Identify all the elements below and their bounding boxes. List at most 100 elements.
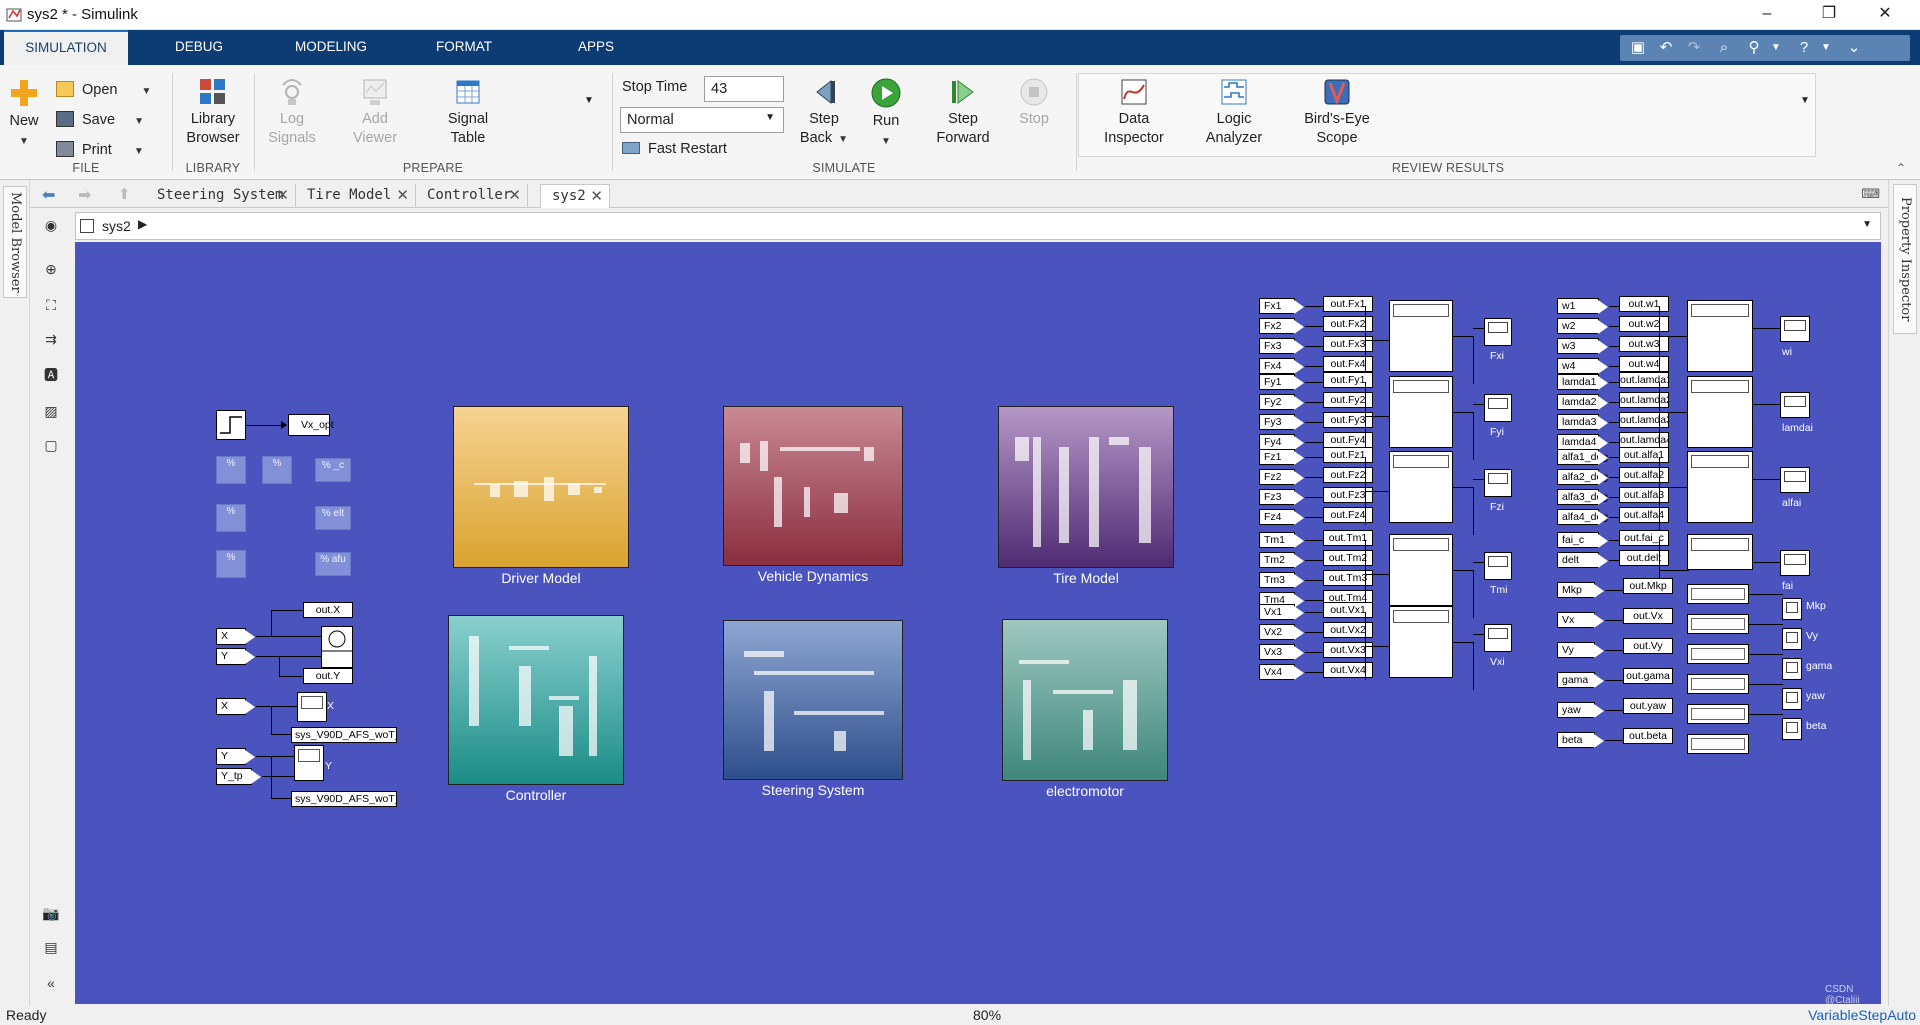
save-icon[interactable]: ▣ bbox=[1626, 37, 1650, 59]
signal-output[interactable]: out.alfa2 bbox=[1619, 467, 1669, 483]
redo-icon[interactable]: ↷ bbox=[1682, 37, 1706, 59]
signal-display[interactable] bbox=[1687, 376, 1753, 448]
save-button[interactable]: Save ▼ bbox=[56, 109, 144, 131]
signal-input[interactable]: delt bbox=[1557, 552, 1608, 568]
signal-display[interactable] bbox=[1389, 606, 1453, 678]
undo-icon[interactable]: ↶ bbox=[1654, 37, 1678, 59]
open-button[interactable]: Open ▼ bbox=[56, 79, 151, 101]
commented-block[interactable]: % bbox=[216, 550, 246, 578]
signal-input[interactable]: Tm2 bbox=[1259, 552, 1304, 568]
zoom-in-icon[interactable]: ⊕ bbox=[39, 258, 63, 280]
tab-controller[interactable]: Controller ✕ bbox=[416, 184, 528, 208]
signal-input[interactable]: Mkp bbox=[1557, 582, 1604, 598]
fit-to-view-icon[interactable]: ⛶ bbox=[39, 294, 63, 316]
from-x-2[interactable]: X bbox=[216, 698, 255, 715]
image-icon[interactable]: ▨ bbox=[39, 400, 63, 422]
out-y-block[interactable]: out.Y bbox=[303, 668, 353, 684]
signal-input[interactable]: Fy4 bbox=[1259, 434, 1304, 450]
step-block[interactable] bbox=[216, 410, 246, 440]
hide-explorer-icon[interactable]: ◉ bbox=[39, 214, 63, 236]
property-inspector-tab[interactable]: Property Inspector bbox=[1893, 184, 1917, 334]
tab-simulation[interactable]: SIMULATION bbox=[4, 30, 128, 65]
signal-input[interactable]: gama bbox=[1557, 672, 1604, 688]
signal-display[interactable] bbox=[1389, 451, 1453, 523]
restore-button[interactable]: ❐ bbox=[1806, 0, 1852, 30]
scope-block[interactable] bbox=[1780, 392, 1810, 418]
out-x-block[interactable]: out.X bbox=[303, 602, 353, 618]
commented-block[interactable]: % bbox=[216, 456, 246, 484]
signal-input[interactable]: Fy3 bbox=[1259, 414, 1304, 430]
signal-output[interactable]: out.alfa3 bbox=[1619, 487, 1669, 503]
signal-output[interactable]: out.gama bbox=[1623, 668, 1673, 684]
scope-y[interactable] bbox=[294, 745, 324, 781]
signal-output[interactable]: out.lamda3 bbox=[1619, 412, 1669, 428]
scope-block[interactable] bbox=[1782, 628, 1802, 650]
signal-output[interactable]: out.beta bbox=[1623, 728, 1673, 744]
help-dropdown-icon[interactable]: ▼ bbox=[1814, 37, 1838, 59]
scope-block[interactable] bbox=[1782, 718, 1802, 740]
forward-arrow-icon[interactable]: ➡ bbox=[78, 185, 91, 205]
simulation-mode-select[interactable]: Normal ▼ bbox=[620, 107, 784, 133]
tab-apps[interactable]: APPS bbox=[548, 30, 644, 65]
display-block[interactable] bbox=[1687, 614, 1749, 634]
signal-output[interactable]: out.yaw bbox=[1623, 698, 1673, 714]
signal-input[interactable]: Fz2 bbox=[1259, 469, 1304, 485]
help-icon[interactable]: ? bbox=[1792, 37, 1816, 59]
display-block[interactable] bbox=[1687, 584, 1749, 604]
signal-output[interactable]: out.lamda1 bbox=[1619, 372, 1669, 388]
add-viewer-button[interactable]: Add Viewer bbox=[342, 77, 408, 148]
up-arrow-icon[interactable]: ⬆ bbox=[118, 185, 131, 203]
print-button[interactable]: Print ▼ bbox=[56, 139, 144, 161]
keyboard-icon[interactable]: ⌨ bbox=[1861, 186, 1880, 202]
to-file-x[interactable]: sys_V90D_AFS_woT_X.mat bbox=[291, 727, 397, 743]
commented-goto[interactable]: % afu bbox=[315, 552, 351, 576]
commented-block[interactable]: % bbox=[216, 504, 246, 532]
signal-input[interactable]: Fx1 bbox=[1259, 298, 1304, 314]
signal-input[interactable]: Vx bbox=[1557, 612, 1604, 628]
display-block[interactable] bbox=[1687, 734, 1749, 754]
birds-eye-scope-button[interactable]: Bird's-Eye Scope bbox=[1292, 77, 1382, 148]
signal-input[interactable]: w3 bbox=[1557, 338, 1608, 354]
signal-display[interactable] bbox=[1389, 534, 1453, 606]
minimize-button[interactable]: – bbox=[1744, 0, 1790, 30]
signal-input[interactable]: yaw bbox=[1557, 702, 1604, 718]
close-icon[interactable]: ✕ bbox=[276, 184, 289, 206]
route-lines-icon[interactable]: ⇉ bbox=[39, 328, 63, 350]
signal-output[interactable]: out.fai_c bbox=[1619, 530, 1669, 546]
tab-sys2[interactable]: sys2 ✕ bbox=[540, 184, 610, 208]
collapse-ribbon-icon[interactable]: ⌃ bbox=[1896, 161, 1912, 175]
scope-block[interactable] bbox=[1484, 318, 1512, 346]
stop-button[interactable]: Stop bbox=[1012, 77, 1056, 129]
signal-input[interactable]: w1 bbox=[1557, 298, 1608, 314]
subsystem-tire-model[interactable] bbox=[998, 406, 1174, 568]
signal-input[interactable]: Fy1 bbox=[1259, 374, 1304, 390]
annotation-icon[interactable]: 🅰 bbox=[39, 364, 63, 386]
model-browser-tab[interactable]: Model Browser bbox=[3, 186, 27, 298]
stop-time-input[interactable]: 43 bbox=[704, 76, 784, 102]
signal-output[interactable]: out.w3 bbox=[1619, 336, 1669, 352]
signal-display[interactable] bbox=[1687, 300, 1753, 372]
subsystem-steering-system[interactable] bbox=[723, 620, 903, 780]
scope-block[interactable] bbox=[1484, 624, 1512, 652]
breadcrumb[interactable]: sys2 bbox=[102, 218, 131, 234]
signal-input[interactable]: Vx3 bbox=[1259, 644, 1304, 660]
close-icon[interactable]: ✕ bbox=[590, 185, 603, 207]
signal-input[interactable]: alfa4_deg bbox=[1557, 509, 1608, 525]
subsystem-vehicle-dynamics[interactable] bbox=[723, 406, 903, 566]
scope-block[interactable] bbox=[1782, 688, 1802, 710]
signal-input[interactable]: lamda2 bbox=[1557, 394, 1608, 410]
fast-restart-button[interactable]: Fast Restart bbox=[622, 141, 727, 157]
area-icon[interactable]: ▢ bbox=[39, 434, 63, 456]
to-file-y[interactable]: sys_V90D_AFS_woT_Y.mat bbox=[291, 791, 397, 807]
goto-vx-opt[interactable]: Vx_opt bbox=[288, 414, 334, 436]
scope-block[interactable] bbox=[1782, 658, 1802, 680]
tab-steering-system[interactable]: Steering System ✕ bbox=[146, 184, 296, 208]
signal-input[interactable]: lamda4 bbox=[1557, 434, 1608, 450]
collapse-palette-icon[interactable]: « bbox=[39, 972, 63, 994]
signal-input[interactable]: alfa3_deg bbox=[1557, 489, 1608, 505]
signal-input[interactable]: Vy bbox=[1557, 642, 1604, 658]
signal-input[interactable]: fai_c bbox=[1557, 532, 1608, 548]
signal-input[interactable]: Fx2 bbox=[1259, 318, 1304, 334]
step-back-button[interactable]: Step Back ▼ bbox=[796, 77, 852, 149]
new-button[interactable]: New ▼ bbox=[4, 77, 44, 151]
